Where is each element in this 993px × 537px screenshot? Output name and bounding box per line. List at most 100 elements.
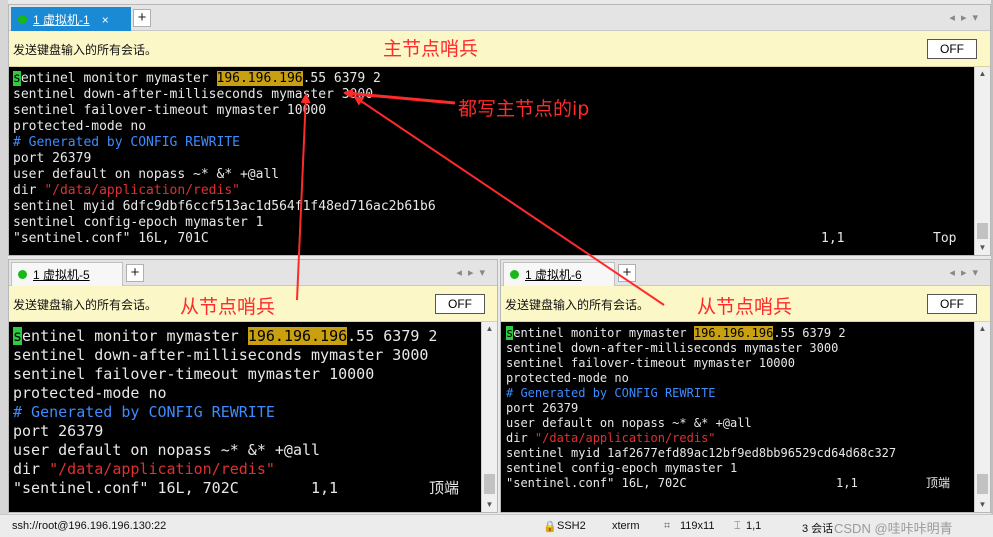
bottom-left-scrollbar[interactable]: ▲ ▼ (481, 322, 497, 512)
bottom-right-tabbar: 1 虚拟机-6 + ◂▸▾ (501, 260, 990, 286)
annotation-master: 主节点哨兵 (383, 38, 479, 60)
off-button[interactable]: OFF (435, 294, 485, 314)
notice-text: 发送键盘输入的所有会话。 (505, 298, 650, 312)
scroll-down-icon[interactable]: ▼ (975, 241, 990, 255)
terminal-bottom-right[interactable]: sentinel monitor mymaster 196.196.196.55… (501, 322, 974, 512)
term-line: sentinel monitor mymaster 196.196.196.55… (13, 71, 975, 87)
scroll-thumb[interactable] (977, 474, 988, 494)
term-line: sentinel config-epoch mymaster 1 (506, 461, 738, 475)
term-line: sentinel failover-timeout mymaster 10000 (13, 365, 375, 383)
term-line: protected-mode no (13, 119, 147, 134)
top-session-pane: 1 虚拟机-1 × + ◂▸▾ 发送键盘输入的所有会话。 OFF sentine… (8, 4, 991, 256)
protocol-label: SSH2 (557, 520, 586, 532)
scroll-up-icon[interactable]: ▲ (975, 322, 990, 336)
scroll-down-icon[interactable]: ▼ (482, 498, 497, 512)
dir-path: "/data/application/redis" (44, 183, 240, 198)
annotation-ip-note: 都写主节点的ip (458, 98, 590, 120)
status-file: "sentinel.conf" 16L, 701C (13, 231, 209, 246)
text: dir (506, 431, 535, 445)
watermark: CSDN @哇咔咔明青 (834, 521, 953, 536)
add-tab-button[interactable]: + (126, 264, 144, 282)
add-tab-button[interactable]: + (618, 264, 636, 282)
cursor-pos-icon: ⌶ (734, 520, 741, 532)
term-line: sentinel down-after-milliseconds mymaste… (506, 341, 839, 355)
tab-vm-5[interactable]: 1 虚拟机-5 (11, 262, 123, 286)
cursor: s (13, 71, 21, 86)
bottom-right-scrollbar[interactable]: ▲ ▼ (974, 322, 990, 512)
connected-dot-icon (510, 270, 519, 279)
ip-highlight: 196.196.196 (216, 71, 303, 86)
top-scrollbar[interactable]: ▲ ▼ (974, 67, 990, 255)
tab-label: 1 虚拟机-1 (33, 13, 90, 27)
terminal-type: xterm (612, 520, 640, 532)
text: entinel monitor mymaster (513, 326, 694, 340)
term-line: port 26379 (13, 422, 104, 440)
text: dir (13, 460, 50, 478)
term-comment: # Generated by CONFIG REWRITE (13, 135, 240, 150)
left-edge (0, 0, 8, 537)
session-count: 3 会话 (802, 523, 834, 535)
tab-nav-arrows-icon[interactable]: ◂▸▾ (949, 266, 984, 279)
connected-dot-icon (18, 270, 27, 279)
status-file: "sentinel.conf" 16L, 702C (506, 476, 687, 490)
term-line: user default on nopass ~* &* +@all (506, 416, 752, 430)
term-line: sentinel myid 1af2677efd89ac12bf9ed8bb96… (506, 446, 897, 460)
scroll-down-icon[interactable]: ▼ (975, 498, 990, 512)
text: entinel monitor mymaster (20, 71, 217, 86)
status-pos: 1,1 (311, 479, 339, 497)
notice-text: 发送键盘输入的所有会话。 (13, 298, 158, 312)
term-line: sentinel failover-timeout mymaster 10000 (506, 356, 795, 370)
tab-nav-arrows-icon[interactable]: ◂▸▾ (949, 11, 984, 24)
tab-nav-arrows-icon[interactable]: ◂▸▾ (456, 266, 491, 279)
status-pos: 1,1 (821, 231, 845, 246)
annotation-slave-right: 从节点哨兵 (697, 296, 793, 318)
vim-status-line: "sentinel.conf" 16L, 702C 1,1 顶端 (13, 479, 481, 498)
top-tabbar: 1 虚拟机-1 × + ◂▸▾ (9, 5, 990, 31)
off-button[interactable]: OFF (927, 294, 977, 314)
vim-status-line: "sentinel.conf" 16L, 702C 1,1 顶端 (506, 476, 974, 491)
tab-vm-1[interactable]: 1 虚拟机-1 × (11, 7, 131, 31)
terminal-size: 119x11 (680, 520, 715, 532)
send-keys-notice: 发送键盘输入的所有会话。 OFF (9, 31, 990, 67)
connection-string: ssh://root@196.196.196.130:22 (12, 520, 167, 532)
term-line: port 26379 (506, 401, 579, 415)
text: .55 6379 2 (347, 327, 438, 345)
scroll-up-icon[interactable]: ▲ (975, 67, 990, 81)
annotation-slave-left: 从节点哨兵 (180, 296, 276, 318)
resize-icon: ⌗ (664, 520, 671, 532)
status-scroll: 顶端 (429, 479, 460, 497)
cursor-position: 1,1 (746, 520, 762, 532)
status-file: "sentinel.conf" 16L, 702C (13, 479, 239, 497)
ip-highlight: 196.196.196 (247, 327, 348, 345)
text: entinel monitor mymaster (22, 327, 248, 345)
add-tab-button[interactable]: + (133, 9, 151, 27)
term-line: protected-mode no (13, 384, 167, 402)
scroll-thumb[interactable] (484, 474, 495, 494)
term-comment: # Generated by CONFIG REWRITE (13, 403, 275, 421)
status-bar: ssh://root@196.196.196.130:22 🔒 SSH2 xte… (0, 514, 993, 537)
term-line: protected-mode no (506, 371, 629, 385)
tab-label: 1 虚拟机-5 (33, 268, 90, 282)
dir-path: "/data/application/redis" (49, 460, 275, 478)
term-line: dir "/data/application/redis" (13, 183, 975, 199)
connected-dot-icon (18, 15, 27, 24)
close-tab-icon[interactable]: × (102, 13, 109, 27)
term-line: dir "/data/application/redis" (506, 431, 974, 446)
term-line: sentinel config-epoch mymaster 1 (13, 215, 264, 230)
term-line: sentinel myid 6dfc9dbf6ccf513ac1d564f1f4… (13, 199, 436, 214)
term-line: port 26379 (13, 151, 92, 166)
term-line: user default on nopass ~* &* +@all (13, 441, 321, 459)
term-line: sentinel monitor mymaster 196.196.196.55… (13, 327, 481, 346)
scroll-thumb[interactable] (977, 223, 988, 239)
app-window: 1 虚拟机-1 × + ◂▸▾ 发送键盘输入的所有会话。 OFF sentine… (0, 0, 993, 537)
text: dir (13, 183, 45, 198)
notice-text: 发送键盘输入的所有会话。 (13, 43, 158, 57)
terminal-bottom-left[interactable]: sentinel monitor mymaster 196.196.196.55… (9, 322, 481, 512)
off-button[interactable]: OFF (927, 39, 977, 59)
scroll-up-icon[interactable]: ▲ (482, 322, 497, 336)
tab-label: 1 虚拟机-6 (525, 268, 582, 282)
status-scroll: 顶端 (926, 476, 951, 490)
ip-highlight: 196.196.196 (693, 326, 774, 340)
term-line: sentinel monitor mymaster 196.196.196.55… (506, 326, 974, 341)
tab-vm-6[interactable]: 1 虚拟机-6 (503, 262, 615, 286)
